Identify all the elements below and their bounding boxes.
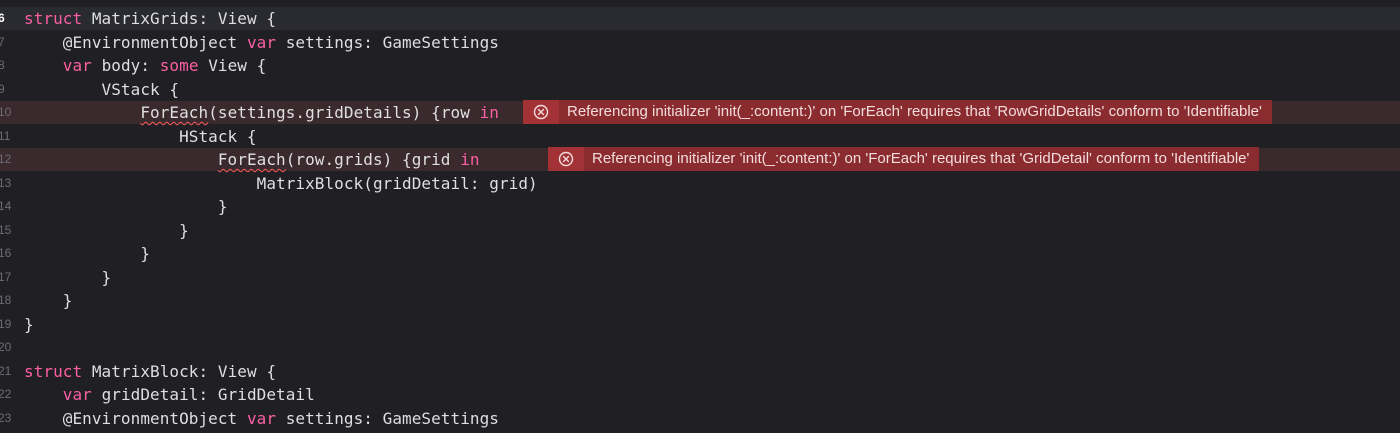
line-number: 23: [0, 410, 12, 425]
code-token: }: [24, 220, 189, 240]
code-text[interactable]: VStack {: [24, 78, 180, 101]
code-token: ForEach: [217, 150, 286, 169]
code-token: @EnvironmentObject: [24, 32, 247, 52]
code-line[interactable]: 23 @EnvironmentObject var settings: Game…: [0, 407, 1400, 430]
code-token: MatrixBlock: View {: [82, 361, 277, 381]
code-line[interactable]: 7 @EnvironmentObject var settings: GameS…: [0, 31, 1400, 54]
code-line[interactable]: 21 struct MatrixBlock: View {: [0, 360, 1400, 383]
code-token: }: [24, 267, 112, 287]
code-line[interactable]: 13 MatrixBlock(gridDetail: grid): [0, 172, 1400, 195]
error-message-grid: Referencing initializer 'init(_:content:…: [592, 150, 1250, 167]
keyword-token: struct: [24, 361, 83, 381]
keyword-token: var: [246, 32, 277, 52]
code-line[interactable]: 17 }: [0, 266, 1400, 289]
line-number: 21: [0, 363, 12, 378]
line-number: 17: [0, 269, 12, 284]
code-editor[interactable]: 6 struct MatrixGrids: View {7 @Environmen…: [0, 0, 1400, 433]
code-token: {: [256, 9, 277, 28]
keyword-token: in: [460, 150, 480, 169]
code-token: View {: [198, 56, 267, 75]
code-line[interactable]: 11 HStack {: [0, 125, 1400, 148]
code-token: VStack {: [24, 79, 180, 99]
code-text[interactable]: }: [24, 195, 228, 218]
code-text[interactable]: struct MatrixGrids: View {: [24, 7, 276, 30]
code-token: MatrixBlock(gridDetail: grid): [24, 173, 538, 193]
keyword-token: var: [62, 56, 92, 75]
code-text[interactable]: }: [24, 313, 34, 336]
code-text[interactable]: }: [24, 266, 112, 289]
code-line[interactable]: 8 var body: some View {: [0, 54, 1400, 77]
code-token: body:: [91, 56, 160, 75]
code-token: }: [24, 244, 151, 263]
keyword-token: struct: [24, 9, 83, 28]
line-number: 14: [0, 199, 12, 213]
code-text[interactable]: @EnvironmentObject var settings: GameSet…: [24, 31, 499, 54]
code-text[interactable]: }: [24, 242, 150, 265]
code-line[interactable]: 14 }: [0, 195, 1400, 218]
code-token: }: [24, 197, 228, 216]
code-line[interactable]: 9 VStack {: [0, 78, 1400, 101]
code-line[interactable]: 20: [0, 336, 1400, 359]
code-token: View: [217, 9, 257, 28]
line-number: 8: [0, 58, 5, 72]
line-number: 19: [0, 316, 12, 331]
error-banner-grid-detail[interactable]: Referencing initializer 'init(_:content:…: [548, 147, 1260, 171]
code-token: settings: GameSettings: [276, 408, 499, 428]
code-line[interactable]: 22 var gridDetail: GridDetail: [0, 383, 1400, 406]
code-token: MatrixGrids:: [82, 9, 218, 28]
line-number: 15: [0, 222, 12, 237]
line-number: 22: [0, 387, 12, 401]
code-line[interactable]: 19}: [0, 313, 1400, 336]
line-number: 9: [0, 81, 5, 96]
error-banner-row-grid-details[interactable]: Referencing initializer 'init(_:content:…: [523, 100, 1272, 124]
code-line[interactable]: 18 }: [0, 289, 1400, 312]
error-message-row: Referencing initializer 'init(_:content:…: [567, 103, 1262, 120]
code-token: @EnvironmentObject: [24, 408, 247, 428]
keyword-token: var: [246, 408, 277, 428]
keyword-token: in: [479, 103, 499, 122]
error-icon[interactable]: [548, 147, 584, 171]
code-token: gridDetail: GridDetail: [91, 385, 315, 404]
code-token: (settings.gridDetails) {row: [208, 103, 480, 122]
code-text[interactable]: HStack {: [24, 125, 257, 148]
line-number: 16: [0, 246, 12, 260]
code-token: HStack {: [24, 126, 257, 146]
code-text[interactable]: ForEach(settings.gridDetails) {row in: [24, 101, 499, 124]
keyword-token: var: [62, 385, 92, 404]
code-text[interactable]: var body: some View {: [24, 54, 267, 77]
code-text[interactable]: var gridDetail: GridDetail: [24, 383, 315, 406]
code-line[interactable]: 16 }: [0, 242, 1400, 265]
line-number: 12: [0, 152, 12, 166]
code-token: settings: GameSettings: [276, 32, 499, 52]
line-number: 18: [0, 293, 12, 307]
code-line[interactable]: 6 struct MatrixGrids: View {: [0, 7, 1400, 30]
code-text[interactable]: }: [24, 219, 189, 242]
line-number: 20: [0, 340, 12, 354]
line-number: 7: [0, 34, 5, 49]
code-line[interactable]: 15 }: [0, 219, 1400, 242]
code-token: }: [24, 314, 34, 334]
line-number: 10: [0, 105, 12, 119]
code-text[interactable]: ForEach(row.grids) {grid in: [24, 148, 480, 171]
code-text[interactable]: MatrixBlock(gridDetail: grid): [24, 172, 538, 195]
line-number: 6: [0, 11, 5, 25]
code-text[interactable]: }: [24, 289, 73, 312]
line-number: 13: [0, 175, 12, 190]
line-number: 11: [0, 128, 11, 143]
keyword-token: some: [159, 56, 199, 75]
code-token: ForEach: [140, 103, 209, 122]
code-text[interactable]: @EnvironmentObject var settings: GameSet…: [24, 407, 499, 430]
code-text[interactable]: struct MatrixBlock: View {: [24, 360, 276, 383]
code-token: }: [24, 291, 73, 310]
error-icon[interactable]: [523, 100, 559, 124]
code-token: (row.grids) {grid: [285, 150, 461, 169]
